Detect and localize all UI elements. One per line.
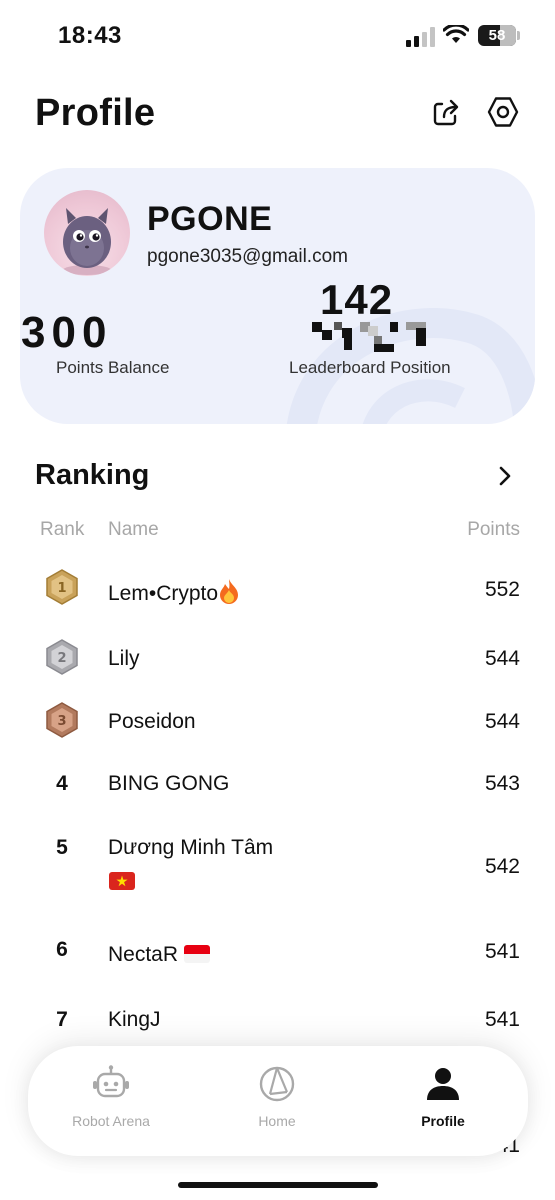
- vietnam-flag-icon: [109, 872, 135, 890]
- player-points: 544: [484, 710, 520, 733]
- silver-medal-icon: 2: [46, 639, 78, 675]
- player-points: 542: [484, 855, 520, 878]
- settings-icon: [487, 97, 519, 127]
- user-icon: [427, 1068, 459, 1100]
- battery-icon: 58: [478, 25, 516, 46]
- share-icon: [433, 99, 459, 126]
- leaderboard-position-label: Leaderboard Position: [289, 358, 451, 377]
- svg-text:3: 3: [57, 714, 66, 729]
- nav-item-home[interactable]: Home: [194, 1046, 360, 1156]
- battery-level: 58: [488, 27, 506, 44]
- nav-label: Home: [258, 1113, 296, 1129]
- table-row[interactable]: 1 Lem•Crypto 552: [0, 569, 555, 609]
- table-row[interactable]: 6 NectaR 541: [0, 938, 555, 968]
- player-points: 552: [484, 578, 520, 601]
- nav-label: Profile: [421, 1113, 465, 1129]
- player-name: Lily: [108, 647, 140, 670]
- share-button[interactable]: [428, 94, 464, 130]
- player-points: 541: [484, 1008, 520, 1031]
- nav-item-robot-arena[interactable]: Robot Arena: [28, 1046, 194, 1156]
- battery-nub: [517, 31, 520, 40]
- table-row[interactable]: 3 Poseidon 544: [0, 702, 555, 742]
- status-bar: 18:43 58: [0, 0, 555, 72]
- home-indicator: [178, 1182, 378, 1188]
- robot-icon: [93, 1065, 129, 1098]
- avatar[interactable]: [44, 190, 130, 276]
- fire-icon: [220, 579, 239, 604]
- player-rank: 6: [56, 938, 68, 961]
- player-points: 543: [484, 772, 520, 795]
- pixel-pattern-decoration: [312, 322, 426, 352]
- table-row[interactable]: 4 BING GONG 543: [0, 772, 555, 802]
- nav-item-profile[interactable]: Profile: [360, 1046, 526, 1156]
- column-header-rank: Rank: [40, 519, 85, 540]
- player-name: Poseidon: [108, 710, 196, 733]
- player-name: Lem•Crypto: [108, 578, 240, 606]
- column-header-points: Points: [467, 519, 520, 540]
- settings-button[interactable]: [485, 94, 521, 130]
- indonesia-flag-icon: [183, 945, 210, 963]
- ranking-title: Ranking: [35, 459, 150, 491]
- status-time: 18:43: [58, 22, 122, 49]
- signal-icon: [406, 27, 435, 47]
- avatar-monster-image: [63, 208, 111, 275]
- player-points: 544: [484, 647, 520, 670]
- player-points: 541: [484, 940, 520, 963]
- home-icon: [259, 1066, 295, 1102]
- player-rank: 5: [56, 836, 68, 859]
- bronze-medal-icon: 3: [46, 702, 78, 738]
- table-row[interactable]: 7 KingJ 541: [0, 1008, 555, 1038]
- player-rank: 4: [56, 772, 68, 795]
- player-name: BING GONG: [108, 772, 230, 795]
- table-row[interactable]: 2 Lily 544: [0, 639, 555, 679]
- username: PGONE: [147, 200, 273, 238]
- points-balance-label: Points Balance: [56, 358, 170, 377]
- leaderboard-position-value: 142: [320, 276, 394, 323]
- profile-card: PGONE pgone3035@gmail.com 300 Points Bal…: [20, 168, 535, 424]
- page-title: Profile: [35, 92, 156, 134]
- gold-medal-icon: 1: [46, 569, 78, 605]
- table-row[interactable]: 5 Dương Minh Tâm 542: [0, 836, 555, 900]
- player-name: NectaR: [108, 943, 210, 967]
- svg-text:2: 2: [57, 651, 66, 666]
- wifi-icon: [443, 25, 469, 43]
- player-name: Dương Minh Tâm: [108, 836, 274, 859]
- column-header-name: Name: [108, 519, 159, 540]
- chevron-right-icon[interactable]: [494, 464, 516, 488]
- points-balance-value: 300: [21, 308, 113, 357]
- email: pgone3035@gmail.com: [147, 246, 348, 267]
- bottom-nav: Robot Arena Home Profile: [28, 1046, 528, 1156]
- svg-text:1: 1: [57, 581, 66, 596]
- player-name: KingJ: [108, 1008, 161, 1031]
- player-rank: 7: [56, 1008, 68, 1031]
- nav-label: Robot Arena: [72, 1113, 150, 1129]
